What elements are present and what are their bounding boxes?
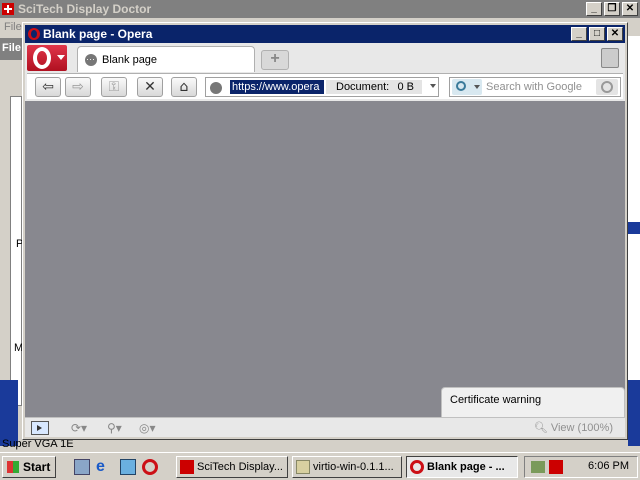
opera-logo-icon <box>410 460 424 474</box>
page-icon <box>85 46 97 72</box>
task-label: Blank page - ... <box>427 461 505 473</box>
panel-toggle-icon[interactable] <box>31 421 49 435</box>
opera-o-icon <box>33 47 51 69</box>
start-label: Start <box>23 460 51 474</box>
task-scitech[interactable]: SciTech Display... <box>176 456 288 478</box>
address-url[interactable]: https://www.opera <box>230 80 324 94</box>
arrow-left-icon: ⇦ <box>42 79 54 95</box>
new-tab-button[interactable]: + <box>261 50 289 70</box>
search-field[interactable]: Search with Google <box>449 77 621 97</box>
close-button[interactable]: ✕ <box>622 2 638 16</box>
search-placeholder: Search with Google <box>486 81 582 93</box>
chevron-down-icon <box>474 85 480 89</box>
task-label: SciTech Display... <box>197 461 283 473</box>
network-icon[interactable] <box>120 459 136 475</box>
document-size-badge: Document: 0 B <box>326 80 422 94</box>
forward-button[interactable]: ⇨ <box>65 77 91 97</box>
restore-button[interactable]: ❐ <box>604 2 620 16</box>
address-field[interactable]: https://www.opera Document: 0 B <box>205 77 439 97</box>
minimize-button[interactable]: _ <box>586 2 602 16</box>
home-button[interactable]: ⌂ <box>171 77 197 97</box>
opera-menu-button[interactable] <box>27 45 67 71</box>
folder-icon <box>296 460 310 474</box>
search-engine-selector[interactable] <box>452 79 482 95</box>
opera-window-title: Blank page - Opera <box>43 27 153 41</box>
opera-chrome: Blank page + ⇦ ⇨ ⚿ ✕ ⌂ https://www.opera… <box>25 43 625 101</box>
certificate-warning-text: Certificate warning <box>450 394 542 406</box>
scitech-app-icon <box>180 460 194 474</box>
task-opera[interactable]: Blank page - ... <box>406 456 518 478</box>
clock[interactable]: 6:06 PM <box>588 460 629 472</box>
arrow-right-icon: ⇨ <box>72 79 84 95</box>
navigation-toolbar: ⇦ ⇨ ⚿ ✕ ⌂ https://www.opera Document: 0 … <box>27 73 623 99</box>
home-icon: ⌂ <box>179 79 189 95</box>
background-selected-item[interactable]: File <box>0 38 24 60</box>
search-icon <box>456 81 466 91</box>
trash-icon[interactable] <box>601 48 619 68</box>
chevron-down-icon <box>57 55 65 60</box>
windows-logo-icon <box>7 461 19 473</box>
menu-file[interactable]: File <box>4 21 22 33</box>
internet-explorer-icon[interactable]: e <box>96 459 112 475</box>
zoom-level[interactable]: 🔍︎ View (100%) <box>534 421 613 434</box>
zoom-label: View (100%) <box>550 422 613 434</box>
opera-minimize-button[interactable]: _ <box>571 27 587 41</box>
opera-window: Blank page - Opera _ □ ✕ Blank page + ⇦ … <box>22 22 628 440</box>
key-button[interactable]: ⚿ <box>101 77 127 97</box>
share-icon[interactable]: ⚲▾ <box>107 421 122 435</box>
task-label: virtio-win-0.1.1... <box>313 461 394 473</box>
scitech-tray-icon[interactable] <box>549 460 563 474</box>
sync-icon[interactable]: ⟳▾ <box>71 421 87 435</box>
document-size: 0 B <box>397 81 414 93</box>
key-icon: ⚿ <box>108 79 120 95</box>
tab-label: Blank page <box>102 54 158 66</box>
close-icon: ✕ <box>144 79 156 95</box>
stop-button[interactable]: ✕ <box>137 77 163 97</box>
address-dropdown-icon[interactable] <box>430 84 436 88</box>
taskbar: Start e SciTech Display... virtio-win-0.… <box>0 452 640 480</box>
document-label: Document: <box>336 81 390 93</box>
opera-maximize-button[interactable]: □ <box>589 27 605 41</box>
background-panel <box>10 96 22 406</box>
opera-titlebar[interactable]: Blank page - Opera _ □ ✕ <box>25 25 625 43</box>
opera-status-bar: ⟳▾ ⚲▾ ◎▾ 🔍︎ View (100%) <box>25 417 625 437</box>
scitech-app-icon <box>2 3 14 15</box>
page-info-icon[interactable] <box>210 82 222 94</box>
system-tray: 6:06 PM <box>524 456 638 478</box>
back-button[interactable]: ⇦ <box>35 77 61 97</box>
zoom-icon: 🔍︎ <box>533 422 551 434</box>
background-window-title: SciTech Display Doctor <box>18 2 152 16</box>
background-right-pane <box>626 36 640 446</box>
certificate-warning-panel[interactable]: Certificate warning <box>441 387 625 417</box>
page-content[interactable] <box>25 101 625 417</box>
opera-logo-icon <box>28 28 40 40</box>
tab-blank-page[interactable]: Blank page <box>77 46 255 72</box>
search-go-button[interactable] <box>596 79 618 95</box>
task-virtio[interactable]: virtio-win-0.1.1... <box>292 456 402 478</box>
background-right-highlight <box>628 222 640 234</box>
start-button[interactable]: Start <box>2 456 56 478</box>
background-window-titlebar[interactable]: SciTech Display Doctor _ ❐ ✕ <box>0 0 640 18</box>
opera-close-button[interactable]: ✕ <box>607 27 623 41</box>
turbo-icon[interactable]: ◎▾ <box>139 421 156 435</box>
background-left-pane: File P M <box>0 36 24 446</box>
opera-quicklaunch-icon[interactable] <box>142 459 158 475</box>
network-tray-icon[interactable] <box>531 461 545 473</box>
show-desktop-icon[interactable] <box>74 459 90 475</box>
